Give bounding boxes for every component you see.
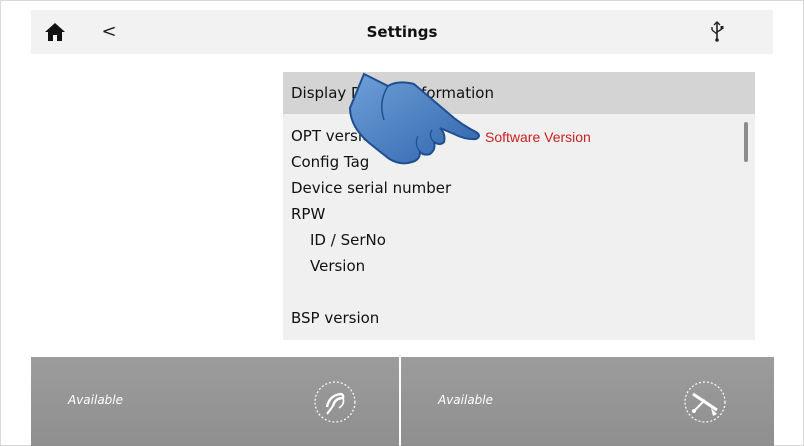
welding-torch-icon (313, 380, 357, 424)
home-button[interactable] (43, 20, 67, 44)
tile-status-label: Available (438, 393, 494, 407)
top-bar: < Settings (31, 10, 773, 54)
list-item-rpw-version: Version (310, 257, 366, 275)
list-item-rpw-id: ID / SerNo (310, 231, 386, 249)
scrollbar[interactable] (744, 122, 748, 162)
tile-crossed-torch[interactable]: Available (401, 357, 774, 446)
home-icon (45, 23, 65, 41)
hand-pointer-icon (348, 72, 484, 168)
list-item-device-serial: Device serial number (291, 179, 452, 197)
tile-welding-torch[interactable]: Available (31, 357, 399, 446)
software-version-callout: Software Version (485, 129, 591, 145)
back-button[interactable]: < (99, 19, 119, 45)
list-item-bsp-version: BSP version (291, 309, 380, 327)
tile-status-label: Available (68, 393, 124, 407)
list-item-rpw: RPW (291, 205, 326, 223)
page-title: Settings (366, 23, 438, 41)
usb-icon (709, 21, 725, 43)
crossed-torch-icon (683, 380, 727, 424)
